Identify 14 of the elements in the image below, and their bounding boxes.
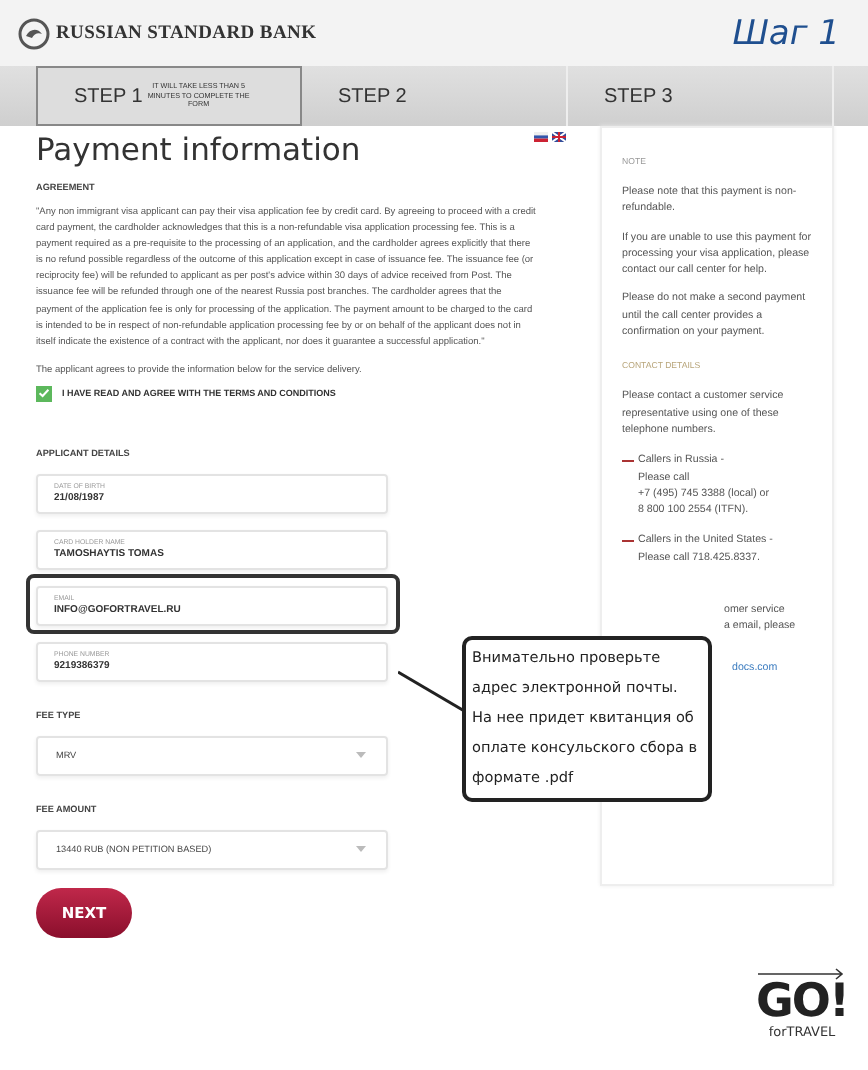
leader-line (398, 670, 466, 714)
checkbox[interactable] (36, 385, 52, 402)
caret-icon (356, 846, 366, 853)
bank-name: RUSSIAN STANDARD BANK (56, 23, 317, 43)
step-tab[interactable]: STEP 3 (568, 66, 834, 126)
page-title: Payment information (36, 132, 361, 168)
dash-icon (622, 460, 634, 463)
flag-icon[interactable] (552, 132, 566, 142)
caret-icon (356, 752, 366, 759)
dash-icon (622, 540, 634, 543)
step-tab[interactable]: STEP 2 (302, 66, 568, 126)
bank-logo-icon (18, 17, 50, 49)
step-caption: Шаг 1 (732, 13, 840, 53)
flag-icon[interactable] (534, 132, 548, 142)
